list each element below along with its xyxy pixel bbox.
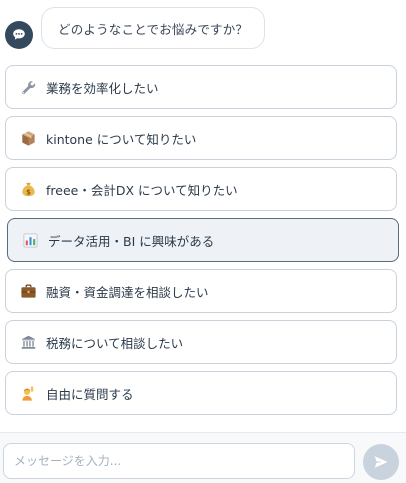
option-financing[interactable]: 融資・資金調達を相談したい bbox=[5, 269, 397, 313]
option-freee[interactable]: $ freee・会計DX について知りたい bbox=[5, 167, 397, 211]
send-button[interactable] bbox=[363, 444, 399, 480]
option-label: 自由に質問する bbox=[46, 386, 134, 402]
quick-reply-options: 業務を効率化したい kintone について知りたい $ freee・会計DX … bbox=[5, 65, 399, 422]
option-label: 税務について相談したい bbox=[46, 335, 184, 351]
chat-area: どのようなことでお悩みですか？ 業務を効率化したい kintone について知り… bbox=[0, 0, 406, 432]
option-label: 業務を効率化したい bbox=[46, 80, 159, 96]
raising-hand-icon bbox=[19, 384, 37, 402]
option-label: データ活用・BI に興味がある bbox=[48, 233, 215, 249]
send-icon bbox=[374, 456, 388, 468]
chat-bubble-icon bbox=[13, 29, 25, 40]
option-tax[interactable]: 税務について相談したい bbox=[5, 320, 397, 364]
option-efficiency[interactable]: 業務を効率化したい bbox=[5, 65, 397, 109]
svg-text:$: $ bbox=[26, 188, 31, 196]
bot-avatar bbox=[5, 21, 33, 49]
option-data-bi[interactable]: データ活用・BI に興味がある bbox=[7, 218, 399, 262]
package-icon bbox=[19, 129, 37, 147]
option-kintone[interactable]: kintone について知りたい bbox=[5, 116, 397, 160]
option-label: freee・会計DX について知りたい bbox=[46, 182, 238, 198]
message-input[interactable] bbox=[3, 443, 355, 479]
bar-chart-icon bbox=[21, 231, 39, 249]
message-composer bbox=[0, 432, 406, 483]
wrench-icon bbox=[19, 78, 37, 96]
bank-icon bbox=[19, 333, 37, 351]
option-label: 融資・資金調達を相談したい bbox=[46, 284, 209, 300]
money-bag-icon: $ bbox=[19, 180, 37, 198]
option-free-question[interactable]: 自由に質問する bbox=[5, 371, 397, 415]
option-label: kintone について知りたい bbox=[46, 131, 197, 147]
briefcase-icon bbox=[19, 282, 37, 300]
bot-message-bubble: どのようなことでお悩みですか？ bbox=[41, 7, 266, 49]
